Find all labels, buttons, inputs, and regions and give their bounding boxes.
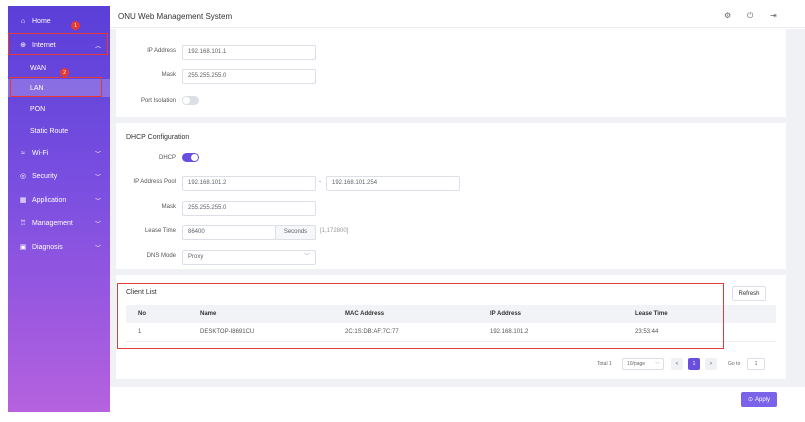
chevron-down-icon: ﹀: [654, 361, 660, 368]
dhcp-mask-label: Mask: [161, 204, 176, 210]
ip-address-label: IP Address: [147, 48, 176, 54]
grid-icon: ▦: [19, 197, 27, 204]
current-page-button[interactable]: 1: [688, 358, 700, 370]
toggle-knob: [191, 154, 198, 161]
footer-bar: [110, 387, 805, 422]
sidebar-item-security[interactable]: ◎ Security ﹀: [8, 166, 110, 186]
chevron-down-icon: ﹀: [303, 254, 310, 260]
chevron-down-icon: ﹀: [94, 151, 101, 158]
lease-time-unit: Seconds: [275, 225, 316, 240]
chevron-down-icon: ﹀: [94, 174, 101, 181]
lease-time-range: [1,172800]: [320, 228, 349, 234]
next-page-button[interactable]: >: [705, 358, 717, 370]
chevron-down-icon: ﹀: [94, 221, 101, 228]
sidebar-item-label: Security: [32, 172, 58, 180]
dns-mode-value: Proxy: [188, 254, 204, 260]
lan-card: IP Address 192.168.101.1 Mask 255.255.25…: [116, 29, 786, 117]
power-icon[interactable]: ⏻: [747, 11, 753, 21]
app-title: ONU Web Management System: [118, 12, 233, 21]
sidebar-item-application[interactable]: ▦ Application ﹀: [8, 190, 110, 210]
dhcp-label: DHCP: [158, 155, 176, 161]
shield-icon: ◎: [19, 173, 27, 180]
sidebar-item-label: Diagnosis: [32, 243, 63, 251]
highlight-client-list: [117, 283, 724, 349]
dhcp-toggle[interactable]: [182, 153, 199, 162]
page-size-value: 10/page: [627, 361, 646, 367]
header: ONU Web Management System ⚙ ⏻ ⇥: [110, 6, 805, 28]
page-size-select[interactable]: 10/page ﹀: [622, 358, 664, 370]
dhcp-title: DHCP Configuration: [126, 134, 190, 141]
chevron-down-icon: ﹀: [94, 198, 101, 205]
lease-time-input[interactable]: 86400: [182, 225, 276, 240]
mask-input[interactable]: 255.255.255.0: [182, 69, 316, 84]
port-isolation-label: Port Isolation: [140, 98, 176, 104]
sidebar-subitem-pon[interactable]: PON: [8, 100, 110, 118]
refresh-button[interactable]: Refresh: [732, 286, 766, 301]
goto-page-input[interactable]: 1: [747, 358, 765, 370]
sidebar-subitem-label: WAN: [30, 64, 47, 72]
toggle-knob: [183, 97, 190, 104]
wifi-icon: ≈: [21, 149, 25, 157]
ip-pool-label: IP Address Pool: [133, 179, 176, 185]
main-content: IP Address 192.168.101.1 Mask 255.255.25…: [110, 29, 805, 422]
pagination-total: Total 1: [597, 361, 612, 367]
ip-pool-start-input[interactable]: 192.168.101.2: [182, 176, 316, 191]
sidebar-item-label: Management: [32, 219, 73, 227]
highlight-internet: [8, 33, 108, 55]
home-icon: ⌂: [20, 17, 26, 25]
apply-button[interactable]: ⊙ Apply: [741, 392, 777, 407]
chevron-down-icon: ﹀: [94, 245, 101, 252]
step-badge-2: 2: [60, 68, 69, 77]
sidebar-item-management[interactable]: ♖ Management ﹀: [8, 213, 110, 233]
sidebar-item-wifi[interactable]: ≈ Wi-Fi ﹀: [8, 143, 110, 163]
step-badge-1: 1: [71, 21, 80, 30]
dhcp-card: DHCP Configuration DHCP IP Address Pool …: [116, 123, 786, 269]
sidebar-item-label: Home: [32, 17, 51, 25]
ip-address-input[interactable]: 192.168.101.1: [182, 45, 316, 60]
dhcp-mask-input[interactable]: 255.255.255.0: [182, 201, 316, 216]
sidebar-subitem-label: PON: [30, 105, 46, 113]
sidebar-subitem-label: Static Route: [30, 127, 69, 135]
lease-time-label: Lease Time: [144, 228, 176, 234]
dns-mode-select[interactable]: Proxy ﹀: [182, 250, 316, 265]
goto-label: Go to: [728, 361, 741, 367]
toolbox-icon: ▣: [19, 244, 27, 251]
apply-label: Apply: [755, 396, 771, 403]
mask-label: Mask: [161, 72, 176, 78]
prev-page-button[interactable]: <: [671, 358, 683, 370]
logout-icon[interactable]: ⇥: [770, 11, 777, 20]
sidebar-subitem-wan[interactable]: WAN: [8, 59, 110, 77]
sidebar: ⌂ Home 1 ⊕ Internet ︿ WAN 2 LAN PON Stat…: [8, 6, 110, 412]
sidebar-item-label: Application: [32, 196, 67, 204]
highlight-lan: [10, 77, 102, 97]
check-circle-icon: ⊙: [747, 397, 753, 403]
ip-pool-end-input[interactable]: 192.168.101.254: [326, 176, 460, 191]
sidebar-item-diagnosis[interactable]: ▣ Diagnosis ﹀: [8, 237, 110, 257]
sidebar-item-label: Wi-Fi: [32, 149, 49, 157]
ip-pool-separator: -: [319, 179, 321, 185]
dns-mode-label: DNS Mode: [146, 253, 176, 259]
sidebar-item-home[interactable]: ⌂ Home: [8, 11, 110, 31]
management-icon: ♖: [19, 220, 27, 227]
sidebar-subitem-static-route[interactable]: Static Route: [8, 122, 110, 140]
settings-icon[interactable]: ⚙: [724, 11, 731, 20]
port-isolation-toggle[interactable]: [182, 96, 199, 105]
